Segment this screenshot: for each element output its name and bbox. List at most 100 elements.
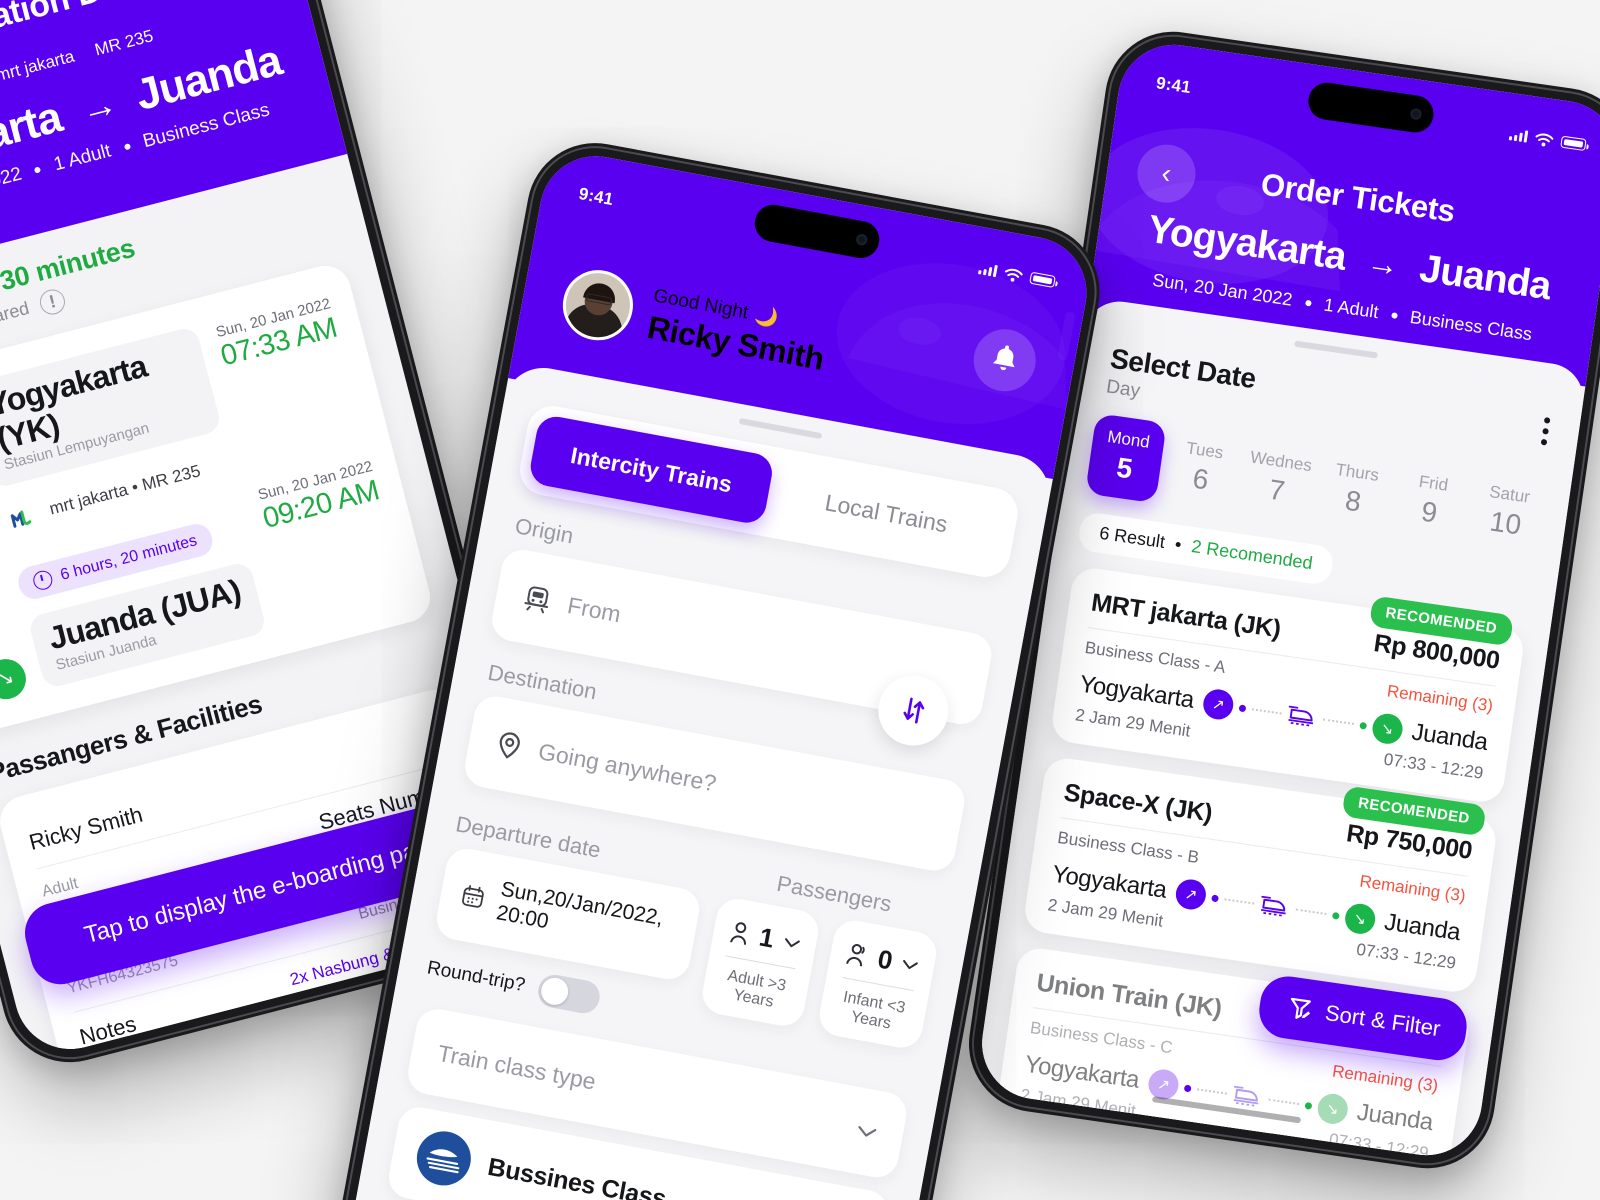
track-line: [1323, 718, 1354, 725]
search-sheet: Intercity Trains Local Trains Origin Fro…: [344, 361, 1056, 1200]
filter-icon: [1290, 997, 1311, 1019]
chevron-down-icon: [858, 1126, 877, 1137]
clock-icon: [31, 569, 55, 593]
info-icon[interactable]: !: [37, 286, 68, 318]
trip-date: Sun, 20 Jan 2022: [0, 163, 24, 222]
destination-pin-icon: ↘: [1315, 1091, 1350, 1126]
destination-placeholder: Going anywhere?: [536, 737, 719, 797]
notes-label: Notes: [76, 1010, 139, 1050]
track-dot: [1304, 1101, 1313, 1110]
people-icon: [845, 943, 865, 966]
trip-passengers: 1 Adult: [51, 140, 114, 176]
track-line: [1268, 1098, 1299, 1105]
track-line: [1296, 908, 1327, 915]
track-dot: [1238, 703, 1247, 712]
separator-dot: [1304, 299, 1312, 306]
battery-icon: [1029, 271, 1056, 288]
train-front-icon: [524, 586, 549, 614]
status-time: 9:41: [577, 184, 615, 210]
separator-dot: [1390, 311, 1398, 319]
adult-count: 1: [756, 921, 777, 954]
location-pin-icon: [499, 732, 520, 759]
person-icon: [730, 921, 747, 945]
phone-order-tickets: 9:41 ‹ Order Tickets Yogyakarta → Juanda…: [959, 22, 1600, 1178]
wifi-icon: [1535, 133, 1554, 146]
day-option-thursday[interactable]: Thurs 8: [1314, 446, 1396, 536]
roundtrip-label: Round-trip?: [425, 956, 527, 996]
toggle-knob: [539, 975, 571, 1008]
adult-passenger-stepper[interactable]: 1 Adult >3 Years: [699, 895, 822, 1030]
origin-pin-icon: ↗: [1174, 877, 1209, 912]
track-dot: [1358, 721, 1367, 730]
infant-caption: Infant <3 Years: [841, 988, 907, 1033]
train-remaining: Remaining (3): [1385, 681, 1495, 716]
track-line: [1224, 898, 1255, 905]
train-remaining: Remaining (3): [1358, 871, 1467, 906]
order-tickets-screen: 9:41 ‹ Order Tickets Yogyakarta → Juanda…: [974, 37, 1600, 1163]
sort-filter-label: Sort & Filter: [1323, 999, 1443, 1042]
bell-icon: [992, 345, 1015, 371]
cellular-signal-icon: [977, 262, 998, 278]
more-options-icon[interactable]: [1540, 405, 1553, 446]
adult-caption: Adult >3 Years: [726, 967, 788, 1011]
destination-pin-icon: ↘: [1342, 901, 1377, 936]
day-option-saturday[interactable]: Satur 10: [1466, 468, 1548, 558]
track-dot: [1184, 1084, 1192, 1092]
separator-dot: [1175, 541, 1182, 548]
departure-date-value: Sun,20/Jan/2022, 20:00: [494, 877, 666, 934]
day-option-monday[interactable]: Mond 5: [1085, 413, 1167, 504]
origin-placeholder: From: [565, 591, 624, 627]
chevron-down-icon: [784, 937, 800, 947]
calendar-icon: [462, 885, 484, 908]
result-count: 6 Result: [1098, 522, 1167, 553]
battery-icon: [1560, 135, 1587, 152]
separator-dot: [34, 166, 42, 174]
infant-count: 0: [875, 943, 896, 976]
cellular-signal-icon: [1508, 128, 1529, 143]
mockup-stage: Reservation Details mrt jakarta MR 235 Y…: [0, 0, 1600, 1200]
origin-pin-icon: ↗: [1201, 687, 1236, 722]
train-operator-line: mrt jakarta • MR 235: [47, 461, 203, 519]
train-destination: Juanda: [1382, 908, 1463, 947]
track-line: [1251, 708, 1283, 715]
train-class-placeholder: Train class type: [435, 1039, 599, 1095]
destination-pin-icon: ↘: [0, 654, 31, 704]
departure-date-block: Departure date Sun,20/Jan/2022, 20:00 Ro…: [424, 789, 713, 1031]
sheet-grabber[interactable]: [738, 417, 823, 440]
day-number: 8: [1343, 484, 1364, 518]
sheet-grabber[interactable]: [1294, 340, 1379, 359]
day-option-tuesday[interactable]: Tues 6: [1161, 424, 1243, 514]
day-number: 10: [1487, 505, 1524, 541]
track-dot: [1331, 911, 1340, 920]
day-number: 9: [1419, 495, 1440, 529]
passengers-block: Passengers 1 Adult >3 Years 0 Infant <3 …: [699, 839, 950, 1052]
train-destination: Juanda: [1410, 718, 1490, 757]
wifi-icon: [1004, 268, 1023, 282]
day-option-wednesday[interactable]: Wednes 7: [1237, 435, 1319, 525]
front-camera-icon: [1409, 107, 1423, 121]
train-remaining: Remaining (3): [1331, 1061, 1440, 1096]
arrow-right-icon: →: [1364, 242, 1401, 283]
day-option-friday[interactable]: Frid 9: [1390, 457, 1472, 547]
day-number: 5: [1114, 451, 1135, 485]
day-number: 7: [1267, 473, 1287, 507]
selected-class-name: Bussines Class: [485, 1152, 669, 1200]
chevron-down-icon: [903, 959, 918, 969]
status-indicators: [1508, 127, 1587, 153]
separator-dot: [123, 143, 131, 151]
duration-text: 6 hours, 20 minutes: [58, 532, 199, 584]
moon-icon: 🌙: [752, 305, 780, 331]
train-icon: [1261, 895, 1287, 917]
recommended-count: 2 Recomended: [1190, 536, 1314, 574]
train-class-icon: [412, 1126, 476, 1190]
tab-intercity-trains[interactable]: Intercity Trains: [527, 413, 776, 526]
track-dot: [1211, 894, 1220, 902]
avatar[interactable]: [557, 264, 639, 347]
train-icon: [1234, 1085, 1259, 1107]
infant-passenger-stepper[interactable]: 0 Infant <3 Years: [815, 917, 940, 1052]
day-number: 6: [1190, 462, 1211, 496]
swap-vertical-icon: [903, 697, 925, 724]
roundtrip-toggle[interactable]: [535, 972, 603, 1016]
tab-local-trains[interactable]: Local Trains: [762, 457, 1010, 569]
status-indicators: [977, 261, 1056, 290]
